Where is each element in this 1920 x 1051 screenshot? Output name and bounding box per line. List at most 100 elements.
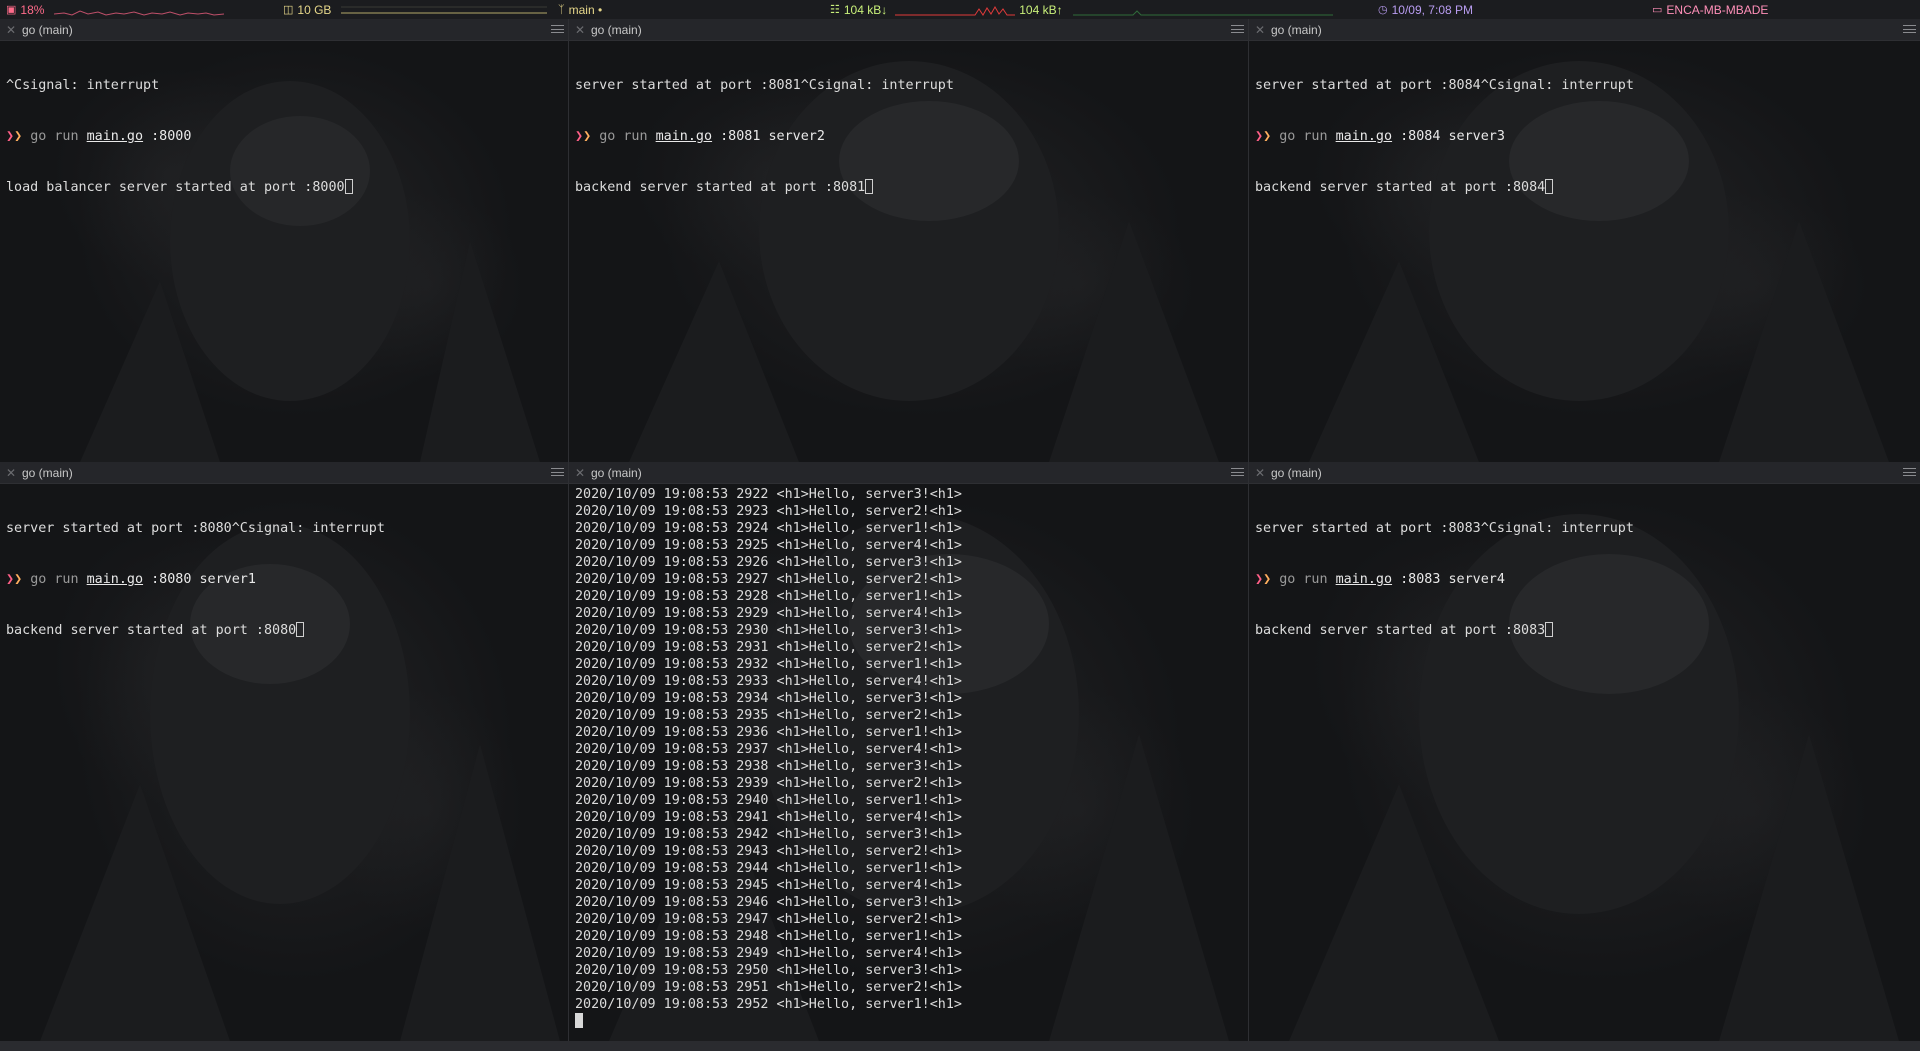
terminal-pane-bottom-middle[interactable]: ✕ go (main) 2020/10/09 19:08:53 2922 <h1…	[569, 462, 1248, 1041]
terminal-line: server started at port :8080^Csignal: in…	[6, 521, 385, 536]
hamburger-menu-icon[interactable]	[551, 23, 564, 35]
net-down-value: 104 kB↓	[843, 2, 888, 17]
net-up-sparkline	[1072, 9, 1333, 15]
log-line: 2020/10/09 19:08:53 2933 <h1>Hello, serv…	[575, 674, 962, 689]
log-line: 2020/10/09 19:08:53 2936 <h1>Hello, serv…	[575, 725, 962, 740]
output-text: backend server started at port :8080	[6, 623, 297, 638]
log-line: 2020/10/09 19:08:53 2941 <h1>Hello, serv…	[575, 810, 962, 825]
pane-titlebar[interactable]: ✕ go (main)	[0, 19, 568, 41]
cmd-args: :8084 server3	[1392, 129, 1505, 144]
terminal-output[interactable]: 2020/10/09 19:08:53 2922 <h1>Hello, serv…	[575, 486, 1244, 1041]
pane-titlebar[interactable]: ✕ go (main)	[569, 19, 1248, 41]
net-up-value: 104 kB↑	[1019, 2, 1063, 17]
output-text: backend server started at port :8083	[1255, 623, 1546, 638]
log-line: 2020/10/09 19:08:53 2942 <h1>Hello, serv…	[575, 827, 962, 842]
pane-title: go (main)	[1271, 465, 1322, 480]
hamburger-menu-icon[interactable]	[1231, 466, 1244, 478]
close-icon[interactable]: ✕	[1249, 466, 1271, 480]
close-icon[interactable]: ✕	[0, 466, 22, 480]
log-line: 2020/10/09 19:08:53 2932 <h1>Hello, serv…	[575, 657, 962, 672]
prompt-arrow-icon: ❯❯	[1255, 129, 1272, 144]
pane-divider[interactable]	[568, 19, 569, 1041]
terminal-line: backend server started at port :8081	[575, 179, 1244, 196]
terminal-output[interactable]: server started at port :8081^Csignal: in…	[575, 43, 1244, 462]
hamburger-menu-icon[interactable]	[1903, 466, 1916, 478]
log-line: 2020/10/09 19:08:53 2930 <h1>Hello, serv…	[575, 623, 962, 638]
pane-title: go (main)	[22, 22, 73, 37]
terminal-output[interactable]: server started at port :8083^Csignal: in…	[1255, 486, 1916, 1041]
log-line: 2020/10/09 19:08:53 2950 <h1>Hello, serv…	[575, 963, 962, 978]
log-line: 2020/10/09 19:08:53 2945 <h1>Hello, serv…	[575, 878, 962, 893]
terminal-pane-bottom-right[interactable]: ✕ go (main) server started at port :8083…	[1249, 462, 1920, 1041]
network-widget[interactable]: ☷ 104 kB↓ 104 kB↑	[830, 0, 1333, 19]
prompt-arrow-icon: ❯❯	[575, 129, 592, 144]
close-icon[interactable]: ✕	[569, 23, 591, 37]
network-icon: ☷	[830, 4, 840, 16]
cmd-args: :8080 server1	[143, 572, 256, 587]
terminal-line: server started at port :8081^Csignal: in…	[575, 78, 954, 93]
hamburger-menu-icon[interactable]	[551, 466, 564, 478]
output-text: load balancer server started at port :80…	[6, 180, 345, 195]
host-value: ENCA-MB-MBADE	[1666, 2, 1769, 17]
close-icon[interactable]: ✕	[1249, 23, 1271, 37]
close-icon[interactable]: ✕	[0, 23, 22, 37]
prompt-line: ❯❯ go run main.go :8083 server4	[1255, 571, 1916, 588]
memory-sparkline	[341, 6, 548, 13]
terminal-pane-top-right[interactable]: ✕ go (main) server started at port :8084…	[1249, 19, 1920, 462]
log-line: 2020/10/09 19:08:53 2951 <h1>Hello, serv…	[575, 980, 962, 995]
terminal-line: server started at port :8084^Csignal: in…	[1255, 78, 1634, 93]
hamburger-menu-icon[interactable]	[1231, 23, 1244, 35]
net-down-sparkline	[895, 5, 1016, 16]
terminal-output[interactable]: server started at port :8084^Csignal: in…	[1255, 43, 1916, 462]
bottom-border	[0, 1041, 1920, 1051]
terminal-pane-bottom-left[interactable]: ✕ go (main) server started at port :8080…	[0, 462, 568, 1041]
git-branch-icon: ᛉ	[558, 3, 565, 16]
log-line: 2020/10/09 19:08:53 2924 <h1>Hello, serv…	[575, 521, 962, 536]
cmd-file: main.go	[655, 129, 713, 144]
git-widget[interactable]: ᛉ main •	[558, 0, 602, 19]
status-bar: ▣ 18% ◫ 10 GB ᛉ main • ☷ 104 kB↓ 104 kB↑…	[0, 0, 1920, 19]
terminal-line: server started at port :8083^Csignal: in…	[1255, 521, 1634, 536]
terminal-output[interactable]: server started at port :8080^Csignal: in…	[6, 486, 564, 1041]
log-line: 2020/10/09 19:08:53 2944 <h1>Hello, serv…	[575, 861, 962, 876]
terminal-line: backend server started at port :8084	[1255, 179, 1916, 196]
cpu-widget[interactable]: ▣ 18%	[6, 0, 225, 19]
prompt-line: ❯❯ go run main.go :8084 server3	[1255, 128, 1916, 145]
cmd-go: go run	[1279, 572, 1328, 587]
cursor-block	[575, 1013, 583, 1028]
hamburger-menu-icon[interactable]	[1903, 23, 1916, 35]
log-line: 2020/10/09 19:08:53 2938 <h1>Hello, serv…	[575, 759, 962, 774]
prompt-arrow-icon: ❯❯	[6, 572, 23, 587]
log-line: 2020/10/09 19:08:53 2922 <h1>Hello, serv…	[575, 487, 962, 502]
cmd-file: main.go	[86, 572, 144, 587]
log-line: 2020/10/09 19:08:53 2937 <h1>Hello, serv…	[575, 742, 962, 757]
pane-divider[interactable]	[1248, 19, 1249, 1041]
pane-titlebar[interactable]: ✕ go (main)	[569, 462, 1248, 484]
cpu-sparkline	[54, 9, 225, 16]
pane-titlebar[interactable]: ✕ go (main)	[1249, 19, 1920, 41]
prompt-arrow-icon: ❯❯	[1255, 572, 1272, 587]
terminal-line: ^Csignal: interrupt	[6, 78, 160, 93]
cursor-block	[1545, 179, 1554, 194]
terminal-pane-top-middle[interactable]: ✕ go (main) server started at port :8081…	[569, 19, 1248, 462]
log-line: 2020/10/09 19:08:53 2940 <h1>Hello, serv…	[575, 793, 962, 808]
terminal-output[interactable]: ^Csignal: interrupt ❯❯ go run main.go :8…	[6, 43, 564, 462]
prompt-line	[575, 1013, 1244, 1030]
host-widget[interactable]: ▭ ENCA-MB-MBADE	[1652, 0, 1768, 19]
clock-widget[interactable]: ◷ 10/09, 7:08 PM	[1378, 0, 1473, 19]
pane-titlebar[interactable]: ✕ go (main)	[0, 462, 568, 484]
cmd-args: :8083 server4	[1392, 572, 1505, 587]
cursor-block	[296, 622, 305, 637]
log-line: 2020/10/09 19:08:53 2927 <h1>Hello, serv…	[575, 572, 962, 587]
log-line: 2020/10/09 19:08:53 2939 <h1>Hello, serv…	[575, 776, 962, 791]
terminal-pane-top-left[interactable]: ✕ go (main) ^Csignal: interrupt ❯❯ go ru…	[0, 19, 568, 462]
memory-widget[interactable]: ◫ 10 GB	[283, 0, 548, 19]
cpu-icon: ▣	[6, 4, 17, 16]
log-line: 2020/10/09 19:08:53 2943 <h1>Hello, serv…	[575, 844, 962, 859]
log-line: 2020/10/09 19:08:53 2926 <h1>Hello, serv…	[575, 555, 962, 570]
log-line: 2020/10/09 19:08:53 2949 <h1>Hello, serv…	[575, 946, 962, 961]
close-icon[interactable]: ✕	[569, 466, 591, 480]
pane-titlebar[interactable]: ✕ go (main)	[1249, 462, 1920, 484]
prompt-arrow-icon: ❯❯	[6, 129, 23, 144]
cmd-go: go run	[30, 572, 79, 587]
